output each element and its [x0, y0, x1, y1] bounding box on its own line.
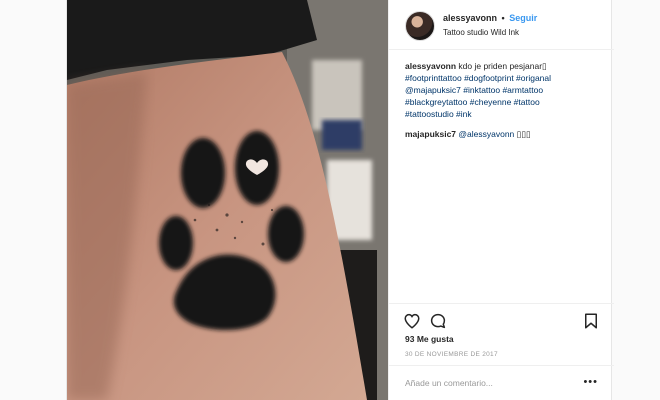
caption-text: kdo je priden pesjanar▯: [458, 61, 547, 71]
hashtags-line-2[interactable]: @majapuksic7 #inktattoo #armtattoo: [405, 85, 543, 95]
header-user: alessyavonn • Seguir: [443, 13, 537, 23]
location-link[interactable]: Tattoo studio Wild Ink: [443, 28, 519, 37]
tattoo-photo-illustration: [67, 0, 388, 400]
hashtags-line-1[interactable]: #footprinttattoo #dogfootprint #origanal: [405, 73, 551, 83]
separator-dot: •: [501, 13, 505, 23]
comment-icon[interactable]: [429, 312, 447, 330]
comment-item: majapuksic7 @alessyavonn ▯▯▯: [405, 128, 601, 140]
caption: alessyavonn kdo je priden pesjanar▯ #foo…: [405, 60, 601, 120]
post-sidebar: alessyavonn • Seguir Tattoo studio Wild …: [388, 0, 614, 400]
post-photo[interactable]: [67, 0, 388, 400]
post-date: 30 DE NOVIEMBRE DE 2017: [405, 351, 498, 358]
more-options-icon[interactable]: •••: [583, 376, 598, 388]
comment-username[interactable]: majapuksic7: [405, 129, 456, 139]
add-comment-input[interactable]: Añade un comentario...: [405, 378, 493, 388]
comments-list: alessyavonn kdo je priden pesjanar▯ #foo…: [405, 60, 601, 140]
comment-text: ▯▯▯: [516, 129, 531, 139]
instagram-post: alessyavonn • Seguir Tattoo studio Wild …: [66, 0, 614, 400]
follow-button[interactable]: Seguir: [509, 13, 537, 23]
hashtags-line-3[interactable]: #blackgreytattoo #cheyenne #tattoo: [405, 97, 540, 107]
bookmark-icon[interactable]: [582, 312, 600, 330]
post-header: alessyavonn • Seguir Tattoo studio Wild …: [389, 0, 614, 50]
hashtags-line-4[interactable]: #tattoostudio #ink: [405, 109, 472, 119]
comment-mention[interactable]: @alessyavonn: [458, 129, 514, 139]
username-link[interactable]: alessyavonn: [443, 13, 497, 23]
likes-count[interactable]: 93 Me gusta: [405, 334, 454, 344]
avatar[interactable]: [405, 11, 435, 41]
add-comment-bar: Añade un comentario... •••: [389, 365, 614, 400]
caption-username[interactable]: alessyavonn: [405, 61, 456, 71]
heart-icon[interactable]: [403, 312, 421, 330]
